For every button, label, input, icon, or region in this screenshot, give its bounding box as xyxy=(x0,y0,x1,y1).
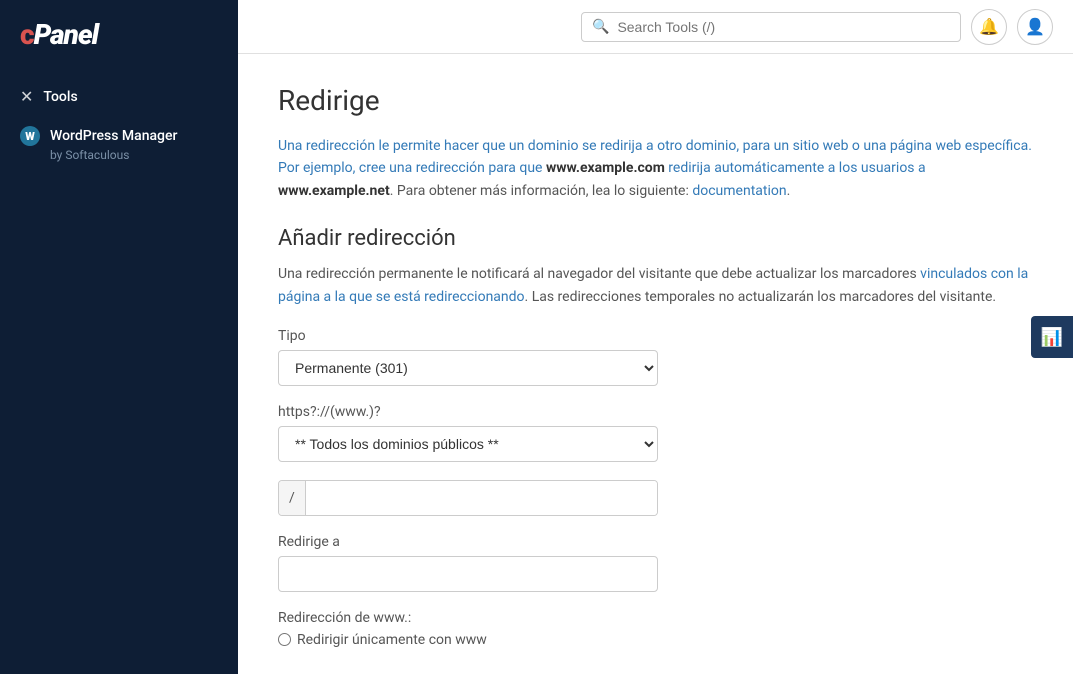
float-action-button[interactable]: 📊 xyxy=(1031,316,1073,358)
intro-bold1: www.example.com xyxy=(546,160,665,176)
www-radio-only[interactable] xyxy=(278,633,291,646)
user-menu-button[interactable]: 👤 xyxy=(1017,9,1053,45)
redirige-a-label: Redirige a xyxy=(278,534,658,550)
section-desc-highlight: vinculados con la página a la que se est… xyxy=(278,266,1028,304)
tipo-group: Tipo Permanente (301) Temporal (302) xyxy=(278,328,658,386)
search-input[interactable] xyxy=(617,19,950,35)
tools-icon: ✕ xyxy=(20,87,33,106)
path-input[interactable] xyxy=(306,481,657,515)
user-icon: 👤 xyxy=(1025,17,1045,36)
search-box[interactable]: 🔍 xyxy=(581,12,961,42)
page-title: Redirige xyxy=(278,84,1033,117)
path-row: / xyxy=(278,480,658,516)
bell-icon: 🔔 xyxy=(979,17,999,36)
notifications-button[interactable]: 🔔 xyxy=(971,9,1007,45)
chart-icon: 📊 xyxy=(1041,327,1063,348)
logo: cPanel xyxy=(0,0,238,69)
intro-part2: redirija automáticamente a los usuarios … xyxy=(665,160,926,176)
sidebar: cPanel ✕ Tools W WordPress Manager by So… xyxy=(0,0,238,674)
sidebar-item-tools[interactable]: ✕ Tools xyxy=(0,77,238,116)
www-radio-row: Redirigir únicamente con www xyxy=(278,632,1033,648)
https-group: https?://(www.)? ** Todos los dominios p… xyxy=(278,404,658,462)
domain-select[interactable]: ** Todos los dominios públicos ** xyxy=(278,426,658,462)
intro-bold2: www.example.net xyxy=(278,183,390,199)
wordpress-icon: W xyxy=(20,126,40,146)
content-area: Redirige Una redirección le permite hace… xyxy=(238,54,1073,674)
topbar: 🔍 🔔 👤 xyxy=(238,0,1073,54)
section-title: Añadir redirección xyxy=(278,226,1033,251)
wordpress-label: WordPress Manager xyxy=(50,128,177,144)
wordpress-sub-label: by Softaculous xyxy=(20,148,218,162)
tipo-label: Tipo xyxy=(278,328,658,344)
tipo-select[interactable]: Permanente (301) Temporal (302) xyxy=(278,350,658,386)
www-radio-only-label: Redirigir únicamente con www xyxy=(297,632,487,648)
sidebar-navigation: ✕ Tools W WordPress Manager by Softaculo… xyxy=(0,69,238,180)
path-group: / xyxy=(278,480,658,516)
path-slash: / xyxy=(279,481,306,515)
sidebar-item-tools-label: Tools xyxy=(43,89,77,105)
sidebar-item-wordpress[interactable]: W WordPress Manager by Softaculous xyxy=(0,116,238,172)
www-section: Redirección de www.: Redirigir únicament… xyxy=(278,610,1033,648)
search-icon: 🔍 xyxy=(592,19,609,35)
https-label: https?://(www.)? xyxy=(278,404,658,420)
redirige-a-group: Redirige a xyxy=(278,534,658,592)
intro-text: Una redirección le permite hacer que un … xyxy=(278,135,1033,202)
documentation-link[interactable]: documentation xyxy=(692,183,786,199)
redirige-a-input[interactable] xyxy=(278,556,658,592)
www-label: Redirección de www.: xyxy=(278,610,1033,626)
section-description: Una redirección permanente le notificará… xyxy=(278,263,1033,308)
main-container: 🔍 🔔 👤 Redirige Una redirección le permit… xyxy=(238,0,1073,674)
